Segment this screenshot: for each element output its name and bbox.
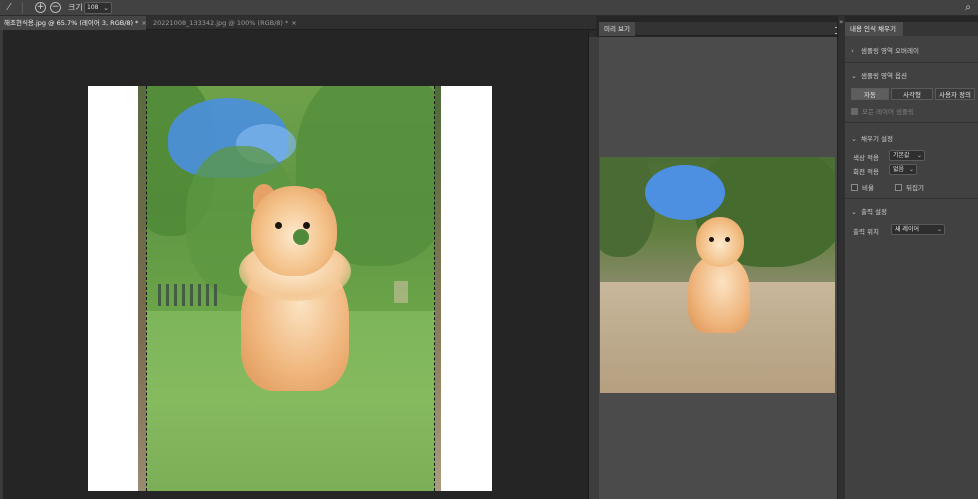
- section-output-settings[interactable]: ⌄ 출력 설정: [851, 206, 887, 216]
- chevron-down-icon: ⌄: [908, 166, 914, 173]
- tab-label: 해조현식용.jpg @ 65.7% (레이어 3, RGB/8) *: [4, 19, 139, 27]
- output-to-dropdown[interactable]: 새 레이어 ⌄: [891, 224, 945, 235]
- brush-size-label: 크기: [68, 3, 83, 12]
- preview-image: [600, 157, 835, 393]
- divider: [845, 62, 978, 63]
- chevron-right-icon: ›: [851, 47, 854, 55]
- dropdown-value: 기본값: [893, 152, 910, 159]
- selection-marquee-left: [146, 86, 147, 491]
- section-title: 샘플링 영역 옵션: [861, 72, 907, 80]
- tab-document-1[interactable]: 해조현식용.jpg @ 65.7% (레이어 3, RGB/8) * ×: [0, 16, 147, 30]
- section-title: 채우기 설정: [861, 135, 893, 143]
- tab-label: 20221008_133342.jpg @ 100% (RGB/8) *: [153, 19, 289, 27]
- tab-preview[interactable]: 미리 보기: [599, 22, 635, 36]
- toolbar-separator: [22, 2, 23, 14]
- rotation-adaptation-label: 회전 적용: [853, 168, 879, 176]
- section-fill-settings[interactable]: ⌄ 채우기 설정: [851, 133, 893, 143]
- chevron-down-icon: ⌄: [851, 135, 857, 143]
- sampling-auto-button[interactable]: 자동: [851, 88, 889, 100]
- dog-eye: [725, 237, 730, 242]
- zoom-in-icon[interactable]: +: [35, 2, 46, 13]
- checkbox-label: 비율: [862, 184, 874, 192]
- preview-divider[interactable]: [589, 37, 599, 499]
- divider: [845, 122, 978, 123]
- sample-all-layers-checkbox[interactable]: 모든 레이어 샘플링: [851, 106, 914, 116]
- zoom-out-icon[interactable]: −: [50, 2, 61, 13]
- rotation-adaptation-dropdown[interactable]: 없음 ⌄: [889, 164, 917, 175]
- section-title: 샘플링 영역 오버레이: [861, 47, 919, 55]
- mirror-checkbox[interactable]: 뒤집기: [895, 182, 924, 192]
- checkbox-label: 모든 레이어 샘플링: [862, 108, 914, 116]
- photo-edge-left: [138, 86, 146, 491]
- tab-document-2[interactable]: 20221008_133342.jpg @ 100% (RGB/8) * ×: [149, 16, 297, 30]
- canvas-document[interactable]: [88, 86, 492, 491]
- color-adaptation-dropdown[interactable]: 기본값 ⌄: [889, 150, 925, 161]
- sky-shape: [645, 165, 725, 220]
- sampling-rectangle-button[interactable]: 사각형: [891, 88, 933, 100]
- search-icon[interactable]: ⌕: [962, 2, 974, 14]
- brush-icon[interactable]: ⁄: [2, 1, 16, 15]
- preview-panel: [599, 37, 837, 499]
- dropdown-value: 없음: [893, 166, 905, 173]
- checkbox-box[interactable]: [895, 184, 902, 191]
- scale-checkbox[interactable]: 비율: [851, 182, 874, 192]
- section-sampling-overlay[interactable]: › 샘플링 영역 오버레이: [851, 45, 919, 55]
- options-bar: ⁄ + − 크기 108 ⌄ ⌕: [0, 0, 978, 16]
- selection-marquee-right: [434, 86, 435, 491]
- checkbox-label: 뒤집기: [906, 184, 924, 192]
- brush-size-field[interactable]: 108 ⌄: [84, 2, 112, 14]
- dog-subject: [231, 184, 357, 396]
- chevron-down-icon: ⌄: [851, 208, 857, 216]
- tab-content-aware-fill[interactable]: 내용 인식 채우기: [845, 22, 903, 36]
- dog-eye: [303, 222, 310, 229]
- tree-shape: [600, 157, 655, 257]
- close-icon[interactable]: ×: [141, 19, 146, 27]
- dog-toy: [293, 229, 309, 245]
- double-chevron-icon[interactable]: »: [839, 18, 843, 26]
- people-shape: [158, 284, 218, 306]
- color-adaptation-label: 색상 적용: [853, 154, 879, 162]
- sampling-custom-button[interactable]: 사용자 정의: [935, 88, 975, 100]
- preview-panel-header: 미리 보기: [599, 22, 837, 36]
- dog-eye: [275, 222, 282, 229]
- section-sampling-options[interactable]: ⌄ 샘플링 영역 옵션: [851, 70, 907, 80]
- document-tab-bar: 해조현식용.jpg @ 65.7% (레이어 3, RGB/8) * × 2022…: [0, 16, 596, 30]
- output-to-label: 출력 위치: [853, 228, 879, 236]
- dog-head: [696, 217, 744, 267]
- checkbox-box[interactable]: [851, 184, 858, 191]
- brush-size-value: 108: [87, 4, 99, 11]
- dog-eye: [709, 237, 714, 242]
- dropdown-value: 새 레이어: [895, 226, 919, 233]
- panel-collapse-strip[interactable]: »: [837, 16, 845, 499]
- chevron-down-icon: ⌄: [936, 226, 942, 233]
- section-title: 출력 설정: [861, 208, 887, 216]
- dog-subject-preview: [684, 217, 754, 335]
- document-canvas[interactable]: [3, 31, 588, 499]
- close-icon[interactable]: ×: [291, 19, 296, 27]
- sign-shape: [394, 281, 408, 303]
- chevron-down-icon: ⌄: [916, 152, 922, 159]
- divider: [845, 198, 978, 199]
- chevron-down-icon: ⌄: [103, 4, 109, 12]
- chevron-down-icon: ⌄: [851, 72, 857, 80]
- sampling-mode-segmented: 자동 사각형 사용자 정의: [851, 88, 978, 100]
- content-aware-fill-panel: 내용 인식 채우기 › 샘플링 영역 오버레이 ⌄ 샘플링 영역 옵션 자동 사각형…: [845, 22, 978, 499]
- checkbox-box[interactable]: [851, 108, 858, 115]
